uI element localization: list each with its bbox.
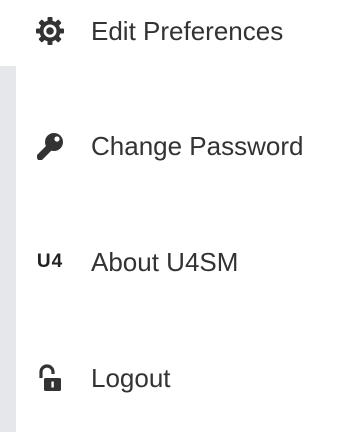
u4-logo-text: U4: [36, 251, 64, 272]
u4-logo-icon: U4: [34, 246, 66, 278]
key-icon: [34, 130, 66, 162]
menu-item-label: Logout: [91, 363, 171, 393]
menu-top-edge: [0, 0, 16, 66]
menu-item-change-password[interactable]: Change Password: [16, 118, 359, 174]
unlocked-padlock-icon: [34, 362, 66, 394]
user-menu: Edit Preferences Change Password U4 Abou…: [0, 0, 359, 432]
menu-item-logout[interactable]: Logout: [16, 350, 359, 406]
menu-item-label: Change Password: [91, 131, 304, 161]
menu-item-edit-preferences[interactable]: Edit Preferences: [16, 3, 359, 59]
menu-item-label: Edit Preferences: [91, 16, 284, 46]
menu-item-about-u4sm[interactable]: U4 About U4SM: [16, 234, 359, 290]
menu-item-label: About U4SM: [91, 247, 239, 277]
gear-icon: [34, 15, 66, 47]
